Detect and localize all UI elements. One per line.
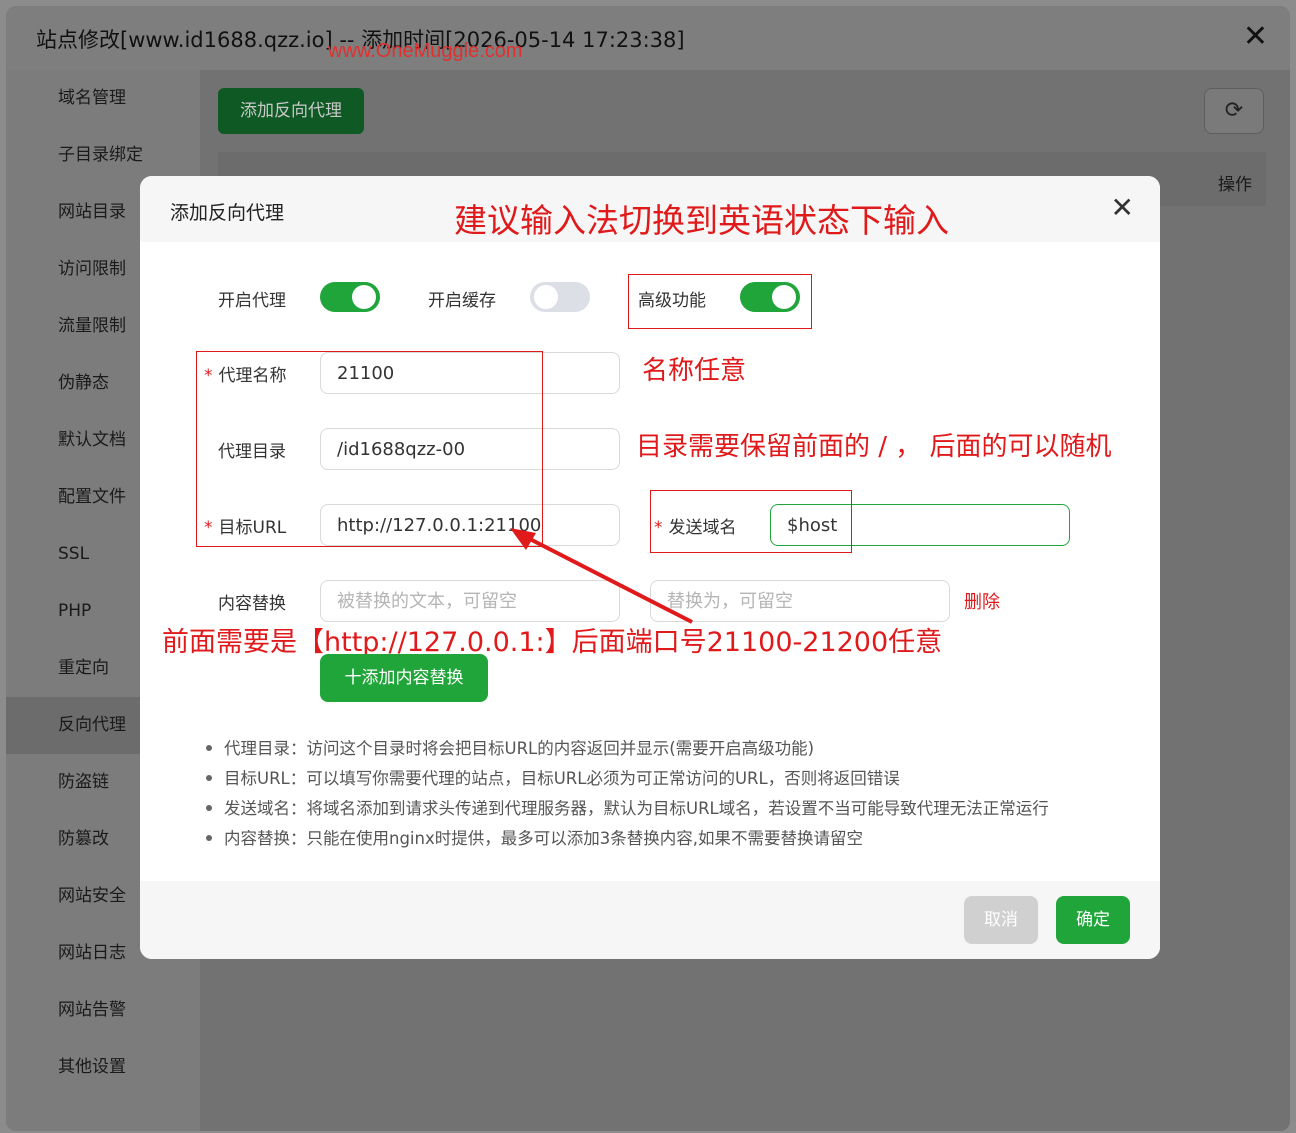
add-content-replace-button[interactable]: 十添加内容替换: [320, 654, 488, 702]
highlight-box-fields: [196, 351, 543, 547]
toggle-knob: [534, 285, 558, 309]
cache-toggle[interactable]: [530, 282, 590, 312]
window-close-icon[interactable]: ✕: [1243, 22, 1268, 52]
delete-replace-link[interactable]: 删除: [964, 588, 1000, 614]
tip-item: 内容替换：只能在使用nginx时提供，最多可以添加3条替换内容,如果不需要替换请…: [206, 824, 1049, 854]
highlight-box-domain: [650, 490, 852, 553]
dialog-footer: 取消 确定: [140, 881, 1160, 959]
refresh-icon[interactable]: ⟳: [1204, 88, 1264, 134]
name-note: 名称任意: [642, 356, 747, 386]
replace-from-input[interactable]: 被替换的文本，可留空: [320, 580, 620, 622]
add-reverse-proxy-button[interactable]: 添加反向代理: [218, 88, 364, 134]
toggle-knob: [352, 285, 376, 309]
window-titlebar: 站点修改[www.id1688.qzz.io] -- 添加时间[2026-05-…: [6, 6, 1290, 70]
cancel-button[interactable]: 取消: [964, 896, 1038, 944]
add-proxy-dialog: 添加反向代理 ✕ 建议输入法切换到英语状态下输入 开启代理 开启缓存 高级功能 …: [140, 176, 1160, 959]
help-tips: 代理目录：访问这个目录时将会把目标URL的内容返回并显示(需要开启高级功能) 目…: [206, 734, 1049, 854]
tip-item: 代理目录：访问这个目录时将会把目标URL的内容返回并显示(需要开启高级功能): [206, 734, 1049, 764]
dir-note: 目录需要保留前面的 / ， 后面的可以随机: [636, 432, 1112, 462]
sidebar-item[interactable]: 域名管理: [6, 70, 200, 127]
sidebar-item[interactable]: 其他设置: [6, 1039, 200, 1096]
sidebar-item[interactable]: 网站告警: [6, 982, 200, 1039]
dialog-title: 添加反向代理: [170, 202, 285, 224]
confirm-button[interactable]: 确定: [1056, 896, 1130, 944]
ime-note: 建议输入法切换到英语状态下输入: [454, 201, 949, 240]
proxy-toggle-label: 开启代理: [218, 291, 286, 311]
dialog-close-icon[interactable]: ✕: [1111, 194, 1134, 222]
watermark: www.OneMuggle.com: [328, 40, 523, 62]
content-replace-label: 内容替换: [218, 594, 286, 614]
highlight-box-advanced: [628, 274, 812, 329]
tip-item: 发送域名：将域名添加到请求头传递到代理服务器，默认为目标URL域名，若设置不当可…: [206, 794, 1049, 824]
url-note: 前面需要是【http://127.0.0.1:】后面端口号21100-21200…: [162, 627, 943, 658]
replace-to-input[interactable]: 替换为，可留空: [650, 580, 950, 622]
cache-toggle-label: 开启缓存: [428, 291, 496, 311]
table-header-operation: 操作: [1218, 175, 1252, 195]
proxy-toggle[interactable]: [320, 282, 380, 312]
tip-item: 目标URL：可以填写你需要代理的站点，目标URL必须为可正常访问的URL，否则将…: [206, 764, 1049, 794]
